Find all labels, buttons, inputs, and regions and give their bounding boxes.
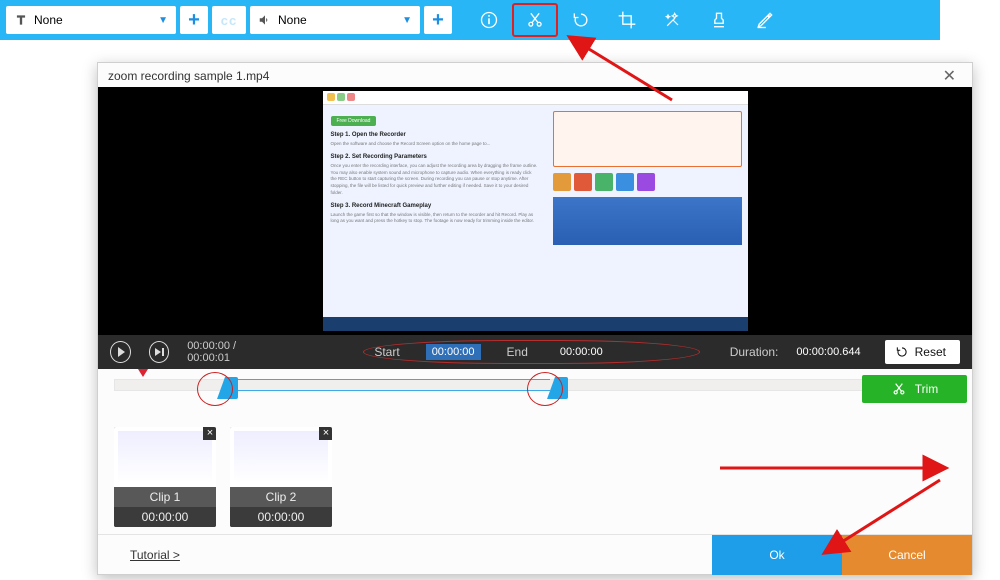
info-button[interactable] <box>466 3 512 37</box>
clip-name: Clip 1 <box>114 487 216 507</box>
audio-select-value: None <box>278 13 307 27</box>
crop-button[interactable] <box>604 3 650 37</box>
cc-icon: cc <box>221 13 237 28</box>
cc-button[interactable]: cc <box>212 6 246 34</box>
playhead-marker[interactable] <box>138 369 148 377</box>
timeline: Trim <box>98 369 972 421</box>
dialog-titlebar: zoom recording sample 1.mp4 ✕ <box>98 63 972 87</box>
text-overlay-select[interactable]: None ▼ <box>6 6 176 34</box>
playback-bar: 00:00:00 / 00:00:01 Start 00:00:00 End 0… <box>98 335 972 369</box>
start-label: Start <box>374 345 399 359</box>
cut-button[interactable] <box>512 3 558 37</box>
selected-range <box>225 379 550 391</box>
text-select-value: None <box>34 13 63 27</box>
end-value[interactable]: 00:00:00 <box>554 344 609 360</box>
tutorial-link[interactable]: Tutorial > <box>130 548 180 562</box>
cancel-button[interactable]: Cancel <box>842 535 972 575</box>
clip-item[interactable]: × Clip 2 00:00:00 <box>230 427 332 527</box>
scissors-icon <box>891 381 907 397</box>
video-preview: Free Download Step 1. Open the Recorder … <box>98 87 972 335</box>
chevron-down-icon: ▼ <box>158 15 168 26</box>
marker-button[interactable] <box>742 3 788 37</box>
dialog-footer: Tutorial > Ok Cancel <box>98 534 972 574</box>
trim-label: Trim <box>915 382 939 396</box>
step-button[interactable] <box>149 341 170 363</box>
reset-label: Reset <box>915 345 946 359</box>
timeline-track[interactable] <box>114 379 956 391</box>
top-toolbar: None ▼ + cc None ▼ + <box>0 0 940 40</box>
clips-list: × Clip 1 00:00:00 × Clip 2 00:00:00 <box>98 421 972 527</box>
start-value[interactable]: 00:00:00 <box>426 344 481 360</box>
clip-remove-button[interactable]: × <box>203 427 216 440</box>
close-button[interactable]: ✕ <box>937 64 962 88</box>
chevron-down-icon: ▼ <box>402 15 412 26</box>
effects-button[interactable] <box>650 3 696 37</box>
clip-item[interactable]: × Clip 1 00:00:00 <box>114 427 216 527</box>
trim-button[interactable]: Trim <box>862 375 967 403</box>
dialog-title: zoom recording sample 1.mp4 <box>108 69 269 83</box>
clip-name: Clip 2 <box>230 487 332 507</box>
stamp-button[interactable] <box>696 3 742 37</box>
add-text-button[interactable]: + <box>180 6 208 34</box>
toolbar-icon-group <box>466 3 788 37</box>
preview-frame: Free Download Step 1. Open the Recorder … <box>323 91 748 331</box>
time-counter: 00:00:00 / 00:00:01 <box>187 340 275 364</box>
reset-button[interactable]: Reset <box>885 340 960 364</box>
clip-time: 00:00:00 <box>114 507 216 527</box>
undo-button[interactable] <box>558 3 604 37</box>
play-button[interactable] <box>110 341 131 363</box>
refresh-icon <box>895 345 909 359</box>
ok-button[interactable]: Ok <box>712 535 842 575</box>
thumb-download-badge: Free Download <box>331 116 377 126</box>
add-audio-button[interactable]: + <box>424 6 452 34</box>
speaker-icon <box>258 13 272 27</box>
end-label: End <box>507 345 528 359</box>
duration-label: Duration: <box>730 345 779 359</box>
range-handle-end[interactable] <box>555 377 568 399</box>
start-end-annotation: Start 00:00:00 End 00:00:00 <box>363 340 699 364</box>
range-handle-start[interactable] <box>225 377 238 399</box>
trim-dialog: zoom recording sample 1.mp4 ✕ Free Downl… <box>97 62 973 575</box>
text-icon <box>14 13 28 27</box>
audio-overlay-select[interactable]: None ▼ <box>250 6 420 34</box>
clip-remove-button[interactable]: × <box>319 427 332 440</box>
clip-time: 00:00:00 <box>230 507 332 527</box>
duration-value: 00:00:00.644 <box>796 344 866 360</box>
